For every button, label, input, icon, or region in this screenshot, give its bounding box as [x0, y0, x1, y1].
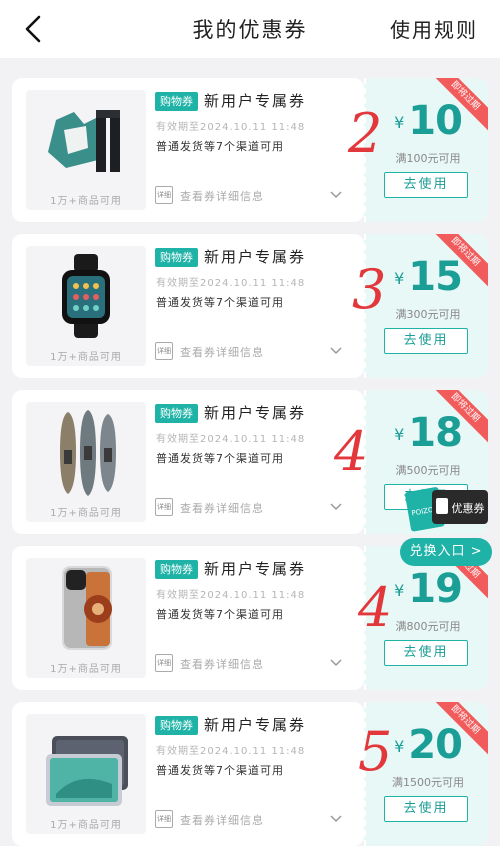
coupon-amount: ¥10: [366, 98, 488, 144]
coupon-type-tag: 购物券: [155, 716, 198, 735]
product-scope-note: 1万+商品可用: [50, 820, 122, 831]
coupon-channel: 普通发货等7个渠道可用: [156, 452, 284, 465]
coupon-title: 新用户专属券: [204, 560, 307, 578]
amount-value: 15: [408, 254, 463, 300]
coupon-info-panel[interactable]: 1万+商品可用 购物券 新用户专属券 有效期至2024.10.11 11:48 …: [12, 234, 364, 378]
coupon-channel: 普通发货等7个渠道可用: [156, 608, 284, 621]
detail-info-icon: 详细: [155, 498, 173, 516]
handwritten-annotation: 2: [348, 102, 383, 165]
handwritten-annotation: 4: [358, 576, 393, 639]
smartwatch-icon: [62, 254, 110, 338]
handwritten-annotation: 4: [334, 420, 369, 483]
tablet-icon: [46, 736, 128, 806]
coupon-card: 1万+商品可用 购物券 新用户专属券 有效期至2024.10.11 11:48 …: [12, 702, 488, 846]
top-bar: 我的优惠券 使用规则: [0, 0, 500, 58]
phone-icon: [62, 566, 112, 650]
detail-info-icon: 详细: [155, 342, 173, 360]
chevron-down-icon[interactable]: [330, 658, 342, 668]
amount-value: 10: [408, 98, 463, 144]
view-details-link[interactable]: 查看券详细信息: [180, 656, 264, 672]
view-details-link[interactable]: 查看券详细信息: [180, 344, 264, 360]
use-coupon-button[interactable]: 去使用: [384, 640, 468, 666]
coupon-title: 新用户专属券: [204, 92, 307, 110]
coupon-card: 1万+商品可用 购物券 新用户专属券 有效期至2024.10.11 11:48 …: [12, 234, 488, 378]
coupon-amount: ¥18: [366, 410, 488, 456]
chevron-down-icon[interactable]: [330, 346, 342, 356]
amount-value: 18: [408, 410, 463, 456]
view-details-link[interactable]: 查看券详细信息: [180, 812, 264, 828]
chevron-down-icon[interactable]: [330, 502, 342, 512]
coupon-validity: 有效期至2024.10.11 11:48: [156, 434, 306, 445]
badge-text: 优惠券: [452, 501, 485, 515]
coupon-value-panel: 即将过期 ¥10 满100元可用 去使用: [364, 78, 488, 222]
coupon-info-panel[interactable]: 1万+商品可用 购物券 新用户专属券 有效期至2024.10.11 11:48 …: [12, 390, 364, 534]
detail-info-icon: 详细: [155, 186, 173, 204]
view-details-link[interactable]: 查看券详细信息: [180, 500, 264, 516]
use-coupon-button[interactable]: 去使用: [384, 796, 468, 822]
exchange-entry-button[interactable]: 兑换入口 >: [400, 538, 492, 566]
handwritten-annotation: 5: [358, 720, 393, 783]
currency-symbol: ¥: [394, 113, 405, 132]
coupon-card: 1万+商品可用 购物券 新用户专属券 有效期至2024.10.11 11:48 …: [12, 78, 488, 222]
product-scope-note: 1万+商品可用: [50, 664, 122, 675]
coupon-info-panel[interactable]: 1万+商品可用 购物券 新用户专属券 有效期至2024.10.11 11:48 …: [12, 78, 364, 222]
coupon-validity: 有效期至2024.10.11 11:48: [156, 746, 306, 757]
coupon-title: 新用户专属券: [204, 248, 307, 266]
chevron-down-icon[interactable]: [330, 814, 342, 824]
coupon-validity: 有效期至2024.10.11 11:48: [156, 122, 306, 133]
coupon-type-tag: 购物券: [155, 92, 198, 111]
chevron-down-icon[interactable]: [330, 190, 342, 200]
view-details-link[interactable]: 查看券详细信息: [180, 188, 264, 204]
coupon-type-tag: 购物券: [155, 248, 198, 267]
use-coupon-button[interactable]: 去使用: [384, 328, 468, 354]
coupon-ticket-icon: POIZON 优惠券: [405, 487, 488, 532]
product-scope-note: 1万+商品可用: [50, 196, 122, 207]
detail-info-icon: 详细: [155, 810, 173, 828]
jacket-pants-icon: [48, 110, 120, 172]
coupon-type-tag: 购物券: [155, 404, 198, 423]
coupon-threshold: 满100元可用: [395, 152, 461, 165]
amount-value: 19: [408, 566, 463, 612]
detail-info-icon: 详细: [155, 654, 173, 672]
coupon-title: 新用户专属券: [204, 404, 307, 422]
coupon-title: 新用户专属券: [204, 716, 307, 734]
product-scope-note: 1万+商品可用: [50, 508, 122, 519]
coupon-channel: 普通发货等7个渠道可用: [156, 764, 284, 777]
coupon-validity: 有效期至2024.10.11 11:48: [156, 590, 306, 601]
coupon-channel: 普通发货等7个渠道可用: [156, 296, 284, 309]
coupon-info-panel[interactable]: 1万+商品可用 购物券 新用户专属券 有效期至2024.10.11 11:48 …: [12, 546, 364, 690]
product-scope-note: 1万+商品可用: [50, 352, 122, 363]
currency-symbol: ¥: [394, 425, 405, 444]
coupon-threshold: 满500元可用: [395, 464, 461, 477]
currency-symbol: ¥: [394, 737, 405, 756]
coupon-channel: 普通发货等7个渠道可用: [156, 140, 284, 153]
handwritten-annotation: 3: [352, 258, 387, 321]
currency-symbol: ¥: [394, 269, 405, 288]
kayak-icon: [60, 410, 116, 496]
coupon-type-tag: 购物券: [155, 560, 198, 579]
use-coupon-button[interactable]: 去使用: [384, 172, 468, 198]
usage-rules-link[interactable]: 使用规则: [390, 14, 478, 43]
coupon-info-panel[interactable]: 1万+商品可用 购物券 新用户专属券 有效期至2024.10.11 11:48 …: [12, 702, 364, 846]
amount-value: 20: [408, 722, 463, 768]
coupon-validity: 有效期至2024.10.11 11:48: [156, 278, 306, 289]
currency-symbol: ¥: [394, 581, 405, 600]
